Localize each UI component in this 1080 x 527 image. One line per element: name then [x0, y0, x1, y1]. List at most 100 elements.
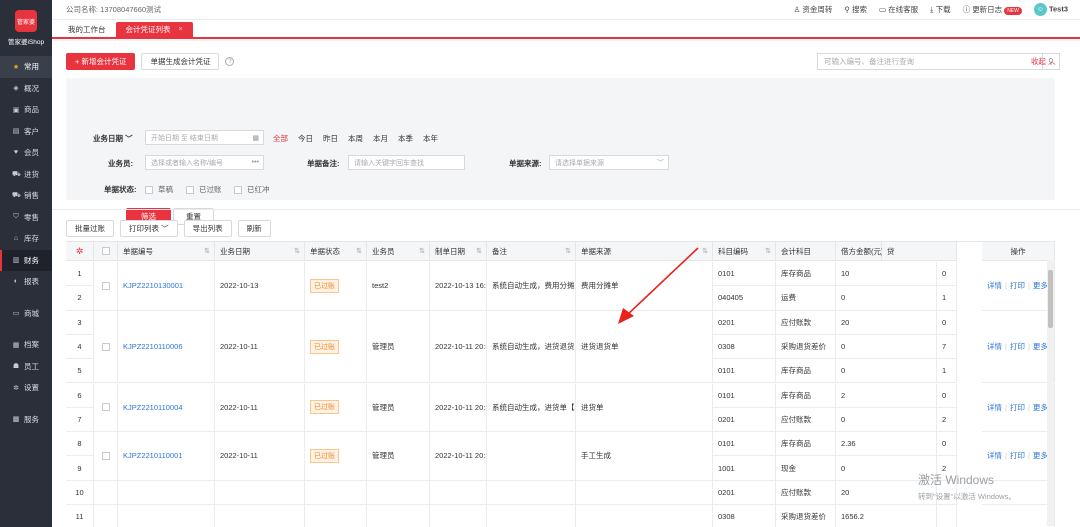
quick-date-2[interactable]: 昨日 — [323, 133, 338, 144]
sort-icon[interactable]: ⇅ — [702, 247, 708, 255]
staff: 管理员 — [367, 432, 430, 481]
column-header-1[interactable]: 业务日期 ⇅ — [215, 242, 305, 261]
sort-icon[interactable]: ⇅ — [765, 247, 771, 255]
tab-voucher-list[interactable]: 会计凭证列表 × — [115, 22, 193, 37]
row-checkbox[interactable] — [101, 281, 110, 290]
download-link[interactable]: ⤓ 下载 — [930, 4, 950, 15]
update-log-link[interactable]: ⓘ 更新日志 NEW — [963, 4, 1022, 15]
vertical-scrollbar[interactable] — [1047, 260, 1054, 526]
print-list-button[interactable]: 打印列表 ﹀ — [120, 220, 178, 237]
op-2[interactable]: 更多 — [1033, 450, 1048, 461]
generate-voucher-button[interactable]: 单据生成会计凭证 — [141, 53, 220, 70]
column-header-8[interactable]: 会计科目 — [776, 242, 836, 261]
sidebar-item-14[interactable]: ✲ 设置 — [0, 377, 52, 399]
voucher-code-link[interactable]: KJPZ2210110006 — [123, 342, 183, 351]
funds-link[interactable]: ♙ 资金周转 — [794, 4, 833, 15]
column-header-0[interactable]: 单据编号 ⇅ — [118, 242, 215, 261]
close-icon[interactable]: × — [179, 26, 183, 33]
voucher-code-link[interactable]: KJPZ2210110001 — [123, 451, 183, 460]
op-1[interactable]: 打印 — [1010, 341, 1025, 352]
op-0[interactable]: 详情 — [987, 402, 1002, 413]
refresh-button[interactable]: 刷新 — [237, 220, 271, 237]
sort-icon[interactable]: ⇅ — [565, 247, 571, 255]
op-1[interactable]: 打印 — [1010, 280, 1025, 291]
sidebar-item-12[interactable]: ▦ 档案 — [0, 334, 52, 356]
column-header-9[interactable]: 借方金额(元) — [836, 242, 884, 261]
sidebar-item-2[interactable]: ▣ 商品 — [0, 99, 52, 121]
export-list-button[interactable]: 导出列表 — [183, 220, 232, 237]
op-2[interactable]: 更多 — [1033, 341, 1048, 352]
sidebar-item-11[interactable]: ▭ 商城 — [0, 303, 52, 325]
column-header-12[interactable]: 操作 — [982, 242, 1055, 261]
gear-icon[interactable]: ✲ — [76, 246, 84, 257]
quick-date-4[interactable]: 本月 — [373, 133, 388, 144]
date-range-input[interactable]: 开始日期 至 结束日期 ▦ — [145, 130, 264, 145]
column-header-3[interactable]: 业务员 ⇅ — [367, 242, 430, 261]
batch-post-button[interactable]: 批量过账 — [66, 220, 114, 237]
sort-icon[interactable]: ⇅ — [476, 247, 482, 255]
select-all-checkbox[interactable] — [101, 247, 110, 255]
sort-icon[interactable]: ⇅ — [294, 247, 300, 255]
voucher-code-link[interactable]: KJPZ2210130001 — [123, 281, 183, 290]
search-input[interactable]: 可输入编号、备注进行查询 — [818, 56, 1042, 67]
column-header-7[interactable]: 科目编码 ⇅ — [713, 242, 776, 261]
row-select[interactable] — [94, 432, 118, 481]
sort-icon[interactable]: ⇅ — [419, 247, 425, 255]
sidebar-item-1[interactable]: ◈ 概况 — [0, 78, 52, 100]
sidebar-item-15[interactable]: ▩ 服务 — [0, 409, 52, 431]
sidebar-item-7[interactable]: ⛉ 零售 — [0, 207, 52, 229]
column-header-5[interactable]: 备注 ⇅ — [487, 242, 576, 261]
quick-date-6[interactable]: 本年 — [423, 133, 438, 144]
app-logo[interactable]: 管家婆 管家婆iShop — [0, 0, 52, 56]
op-1[interactable]: 打印 — [1010, 450, 1025, 461]
quick-date-3[interactable]: 本周 — [348, 133, 363, 144]
op-2[interactable]: 更多 — [1033, 280, 1048, 291]
sidebar-item-3[interactable]: ▤ 客户 — [0, 121, 52, 143]
status-posted-checkbox[interactable]: 已过账 — [186, 184, 222, 195]
source-select[interactable]: 请选择单据来源 ﹀ — [549, 155, 669, 170]
sidebar-item-4[interactable]: ♥ 会员 — [0, 142, 52, 164]
voucher-code-link[interactable]: KJPZ2210110004 — [123, 403, 183, 412]
row-select[interactable] — [94, 310, 118, 384]
op-0[interactable]: 详情 — [987, 450, 1002, 461]
collapse-link[interactable]: 收起 ︿ — [1031, 56, 1056, 67]
row-checkbox[interactable] — [101, 451, 110, 460]
sidebar-item-13[interactable]: ☗ 员工 — [0, 356, 52, 378]
quick-date-0[interactable]: 全部 — [273, 133, 288, 144]
scroll-thumb[interactable] — [1048, 270, 1053, 328]
status-reversed-checkbox[interactable]: 已红冲 — [234, 184, 270, 195]
service-link[interactable]: ▭ 在线客服 — [879, 4, 918, 15]
search-link[interactable]: ⚲ 搜索 — [844, 4, 867, 15]
status-draft-checkbox[interactable]: 草稿 — [145, 184, 173, 195]
date-label[interactable]: 业务日期 ﹀ — [93, 133, 133, 144]
help-icon[interactable]: ? — [225, 57, 235, 66]
column-header-10[interactable]: 贷 — [882, 242, 957, 261]
sort-icon[interactable]: ⇅ — [204, 247, 210, 255]
quick-date-1[interactable]: 今日 — [298, 133, 313, 144]
quick-date-5[interactable]: 本季 — [398, 133, 413, 144]
add-voucher-button[interactable]: + 新增会计凭证 — [66, 53, 136, 70]
tab-workbench[interactable]: 我的工作台 — [58, 22, 116, 37]
staff-input[interactable]: 选择或者输入名称/编号 ••• — [145, 155, 264, 170]
row-select[interactable] — [94, 383, 118, 433]
row-checkbox[interactable] — [101, 403, 110, 412]
sidebar-item-0[interactable]: ★ 常用 — [0, 56, 52, 78]
sort-icon[interactable]: ⇅ — [356, 247, 362, 255]
op-2[interactable]: 更多 — [1033, 402, 1048, 413]
user-menu[interactable]: ☺ Test3 — [1033, 3, 1068, 16]
sidebar-item-6[interactable]: ⛟ 销售 — [0, 185, 52, 207]
row-select[interactable] — [94, 262, 118, 311]
sidebar-item-8[interactable]: ⌂ 库存 — [0, 228, 52, 250]
sidebar-item-5[interactable]: ⛟ 进货 — [0, 164, 52, 186]
sidebar-item-9[interactable]: ▥ 财务 — [0, 249, 52, 271]
remark-input[interactable]: 请输入关键字回车查找 — [348, 155, 465, 170]
select-all-header[interactable] — [94, 242, 118, 261]
sidebar-item-10[interactable]: ◐ 报表 — [0, 271, 52, 293]
row-checkbox[interactable] — [101, 342, 110, 351]
column-header-4[interactable]: 制单日期 ⇅ — [430, 242, 487, 261]
op-0[interactable]: 详情 — [987, 280, 1002, 291]
op-1[interactable]: 打印 — [1010, 402, 1025, 413]
settings-column-header[interactable]: ✲ — [66, 242, 94, 261]
op-0[interactable]: 详情 — [987, 341, 1002, 352]
column-header-2[interactable]: 单据状态 ⇅ — [305, 242, 367, 261]
